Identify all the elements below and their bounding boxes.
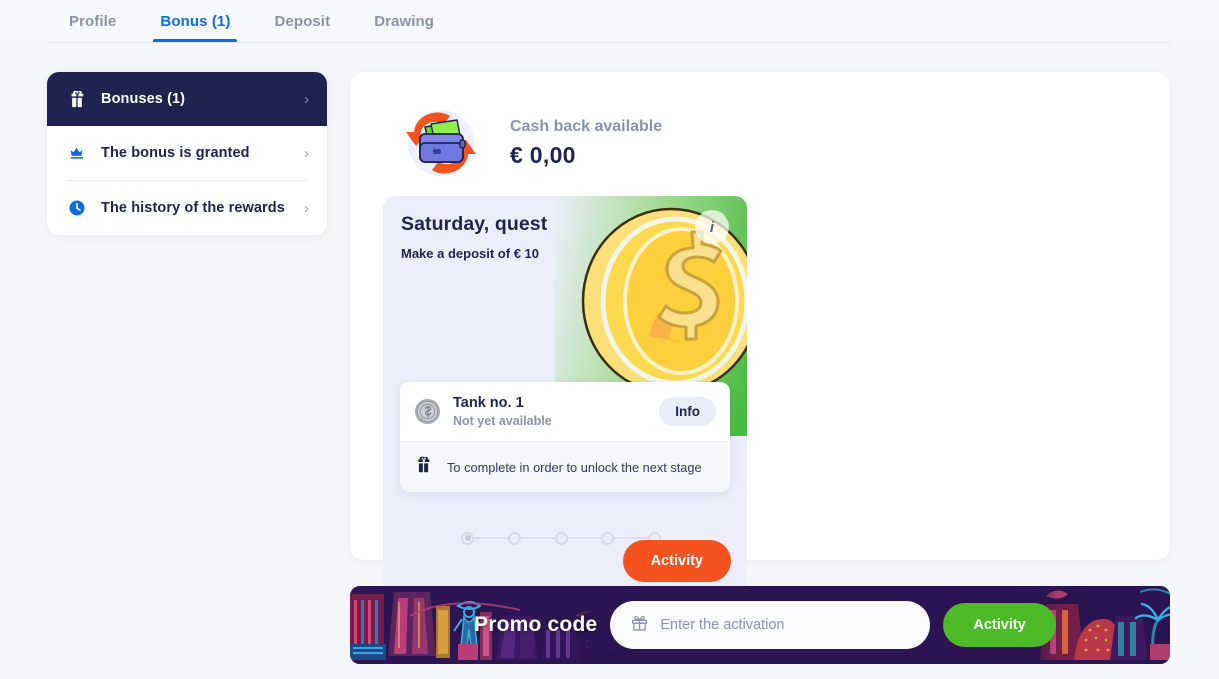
quest-card: Saturday, quest Make a deposit of € 10 i… — [383, 196, 747, 608]
cashback-label: Cash back available — [510, 117, 663, 135]
sidebar-item-label: The history of the rewards — [101, 200, 285, 216]
tab-label: Drawing — [374, 13, 435, 30]
promo-content: Promo code Activity — [474, 601, 1056, 649]
tab-label: Bonus (1) — [160, 13, 231, 30]
tab-label: Deposit — [274, 13, 331, 30]
tank-card-footer: To complete in order to unlock the next … — [400, 441, 730, 492]
sidebar-item-bonus-granted[interactable]: The bonus is granted › — [47, 126, 327, 180]
cashback-summary: Cash back available € 0,00 — [394, 96, 662, 190]
crown-icon — [67, 143, 87, 163]
quest-title: Saturday, quest — [401, 213, 548, 235]
clock-icon — [67, 198, 87, 218]
progress-step-1[interactable] — [461, 531, 474, 545]
info-icon[interactable]: i — [695, 210, 729, 244]
wallet-refresh-icon — [394, 96, 488, 190]
tank-info: Tank no. 1 Not yet available — [453, 395, 647, 428]
promo-activity-button[interactable]: Activity — [943, 603, 1056, 647]
tank-info-button[interactable]: Info — [659, 397, 716, 426]
tab-list: Profile Bonus (1) Deposit Drawing — [47, 0, 456, 43]
progress-connector — [474, 537, 508, 539]
tab-bar: Profile Bonus (1) Deposit Drawing — [0, 0, 1219, 43]
bonus-sidebar: Bonuses (1) › The bonus is granted › The… — [47, 72, 327, 235]
chevron-right-icon: › — [304, 144, 309, 162]
promo-code-input-wrapper[interactable] — [610, 601, 931, 649]
quest-subtitle: Make a deposit of € 10 — [401, 246, 539, 261]
sidebar-item-label: The bonus is granted — [101, 145, 250, 161]
bonus-main-panel: Cash back available € 0,00 Saturday, que… — [350, 72, 1170, 608]
sidebar-item-bonuses[interactable]: Bonuses (1) › — [47, 72, 327, 126]
progress-step-2[interactable] — [507, 531, 521, 545]
progress-connector — [567, 537, 602, 539]
tank-card: Tank no. 1 Not yet available Info To com… — [400, 382, 730, 492]
tank-card-header: Tank no. 1 Not yet available Info — [400, 382, 730, 441]
tab-label: Profile — [69, 13, 117, 30]
progress-step-4[interactable] — [601, 531, 615, 545]
promo-code-input[interactable] — [660, 617, 911, 633]
promo-code-banner: Promo code Activity — [350, 586, 1170, 664]
chevron-right-icon: › — [304, 90, 309, 108]
tab-profile[interactable]: Profile — [47, 0, 138, 43]
gift-icon — [67, 89, 87, 109]
promo-code-label: Promo code — [474, 613, 598, 636]
tank-name: Tank no. 1 — [453, 395, 524, 411]
tab-bonus[interactable]: Bonus (1) — [138, 0, 252, 43]
chevron-right-icon: › — [304, 199, 309, 217]
tab-bar-divider — [47, 42, 1170, 43]
tank-footer-text: To complete in order to unlock the next … — [447, 459, 702, 475]
cashback-amount: € 0,00 — [510, 141, 576, 168]
tank-status: Not yet available — [453, 414, 552, 428]
tab-drawing[interactable]: Drawing — [352, 0, 456, 43]
sidebar-item-rewards-history[interactable]: The history of the rewards › — [47, 181, 327, 235]
progress-step-3[interactable] — [554, 531, 568, 545]
silver-coin-icon — [414, 398, 441, 425]
cashback-text: Cash back available € 0,00 — [510, 118, 662, 169]
progress-connector — [520, 537, 555, 539]
progress-connector — [614, 537, 648, 539]
gift-outline-icon — [630, 613, 649, 637]
gift-icon — [414, 455, 433, 479]
tab-deposit[interactable]: Deposit — [252, 0, 352, 43]
quest-activity-button[interactable]: Activity — [622, 540, 731, 582]
sidebar-item-label: Bonuses (1) — [101, 91, 186, 107]
